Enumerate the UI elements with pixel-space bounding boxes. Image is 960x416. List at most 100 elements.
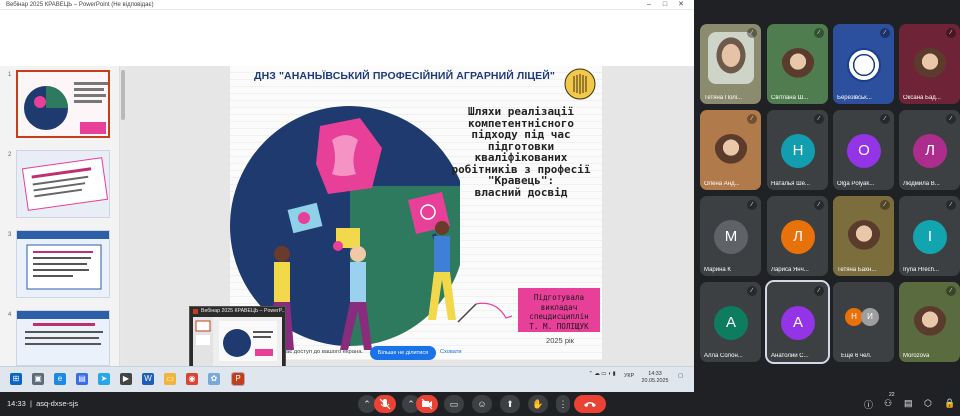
preview-art [193,317,277,366]
muted-mic-icon: ∕ [880,28,890,38]
participant-video [708,32,754,84]
participant-tile[interactable]: ∕ Тетяна Бахн... [833,196,894,276]
participant-tile[interactable]: ∕ Тетяна Полі... [700,24,761,104]
clock[interactable]: 14:33 20.05.2025 [640,371,670,385]
participant-tile[interactable]: ∕ Світлана Ш... [767,24,828,104]
participant-tile[interactable]: А ∕ Алла Солон... [700,282,761,362]
raise-hand-icon[interactable]: ✋ [528,395,548,413]
participant-tile[interactable]: М ∕ Марина К [700,196,761,276]
powerpoint-taskbar-icon[interactable]: P [231,372,245,386]
muted-mic-icon: ∕ [946,200,956,210]
author-badge: Підготувала викладач спецдисциплін Т. М.… [518,288,600,332]
participant-tile[interactable]: Л ∕ Лариса Янч... [767,196,828,276]
slide-thumbnail-3[interactable] [16,230,110,298]
participant-tile[interactable]: ∕ Оксана Бад... [899,24,960,104]
folder-icon[interactable]: ▭ [164,373,176,385]
thumbnail-art [17,231,109,297]
participant-tile[interactable]: Л ∕ Людмила В... [899,110,960,190]
participant-name: Оксана Бад... [903,95,941,101]
thumbnail-art [17,311,109,365]
avatar-photo [913,306,947,340]
word-icon[interactable]: W [142,373,154,385]
meet-window: Вебінар 2025 КРАВЕЦЬ – PowerPoint (Не ві… [0,0,960,416]
present-screen-icon[interactable]: ⬆ [500,395,520,413]
thumb-number: 1 [8,72,12,78]
captions-icon[interactable]: ▭ [444,395,464,413]
maximize-icon[interactable]: □ [660,0,670,10]
emoji-icon[interactable]: ☺ [472,395,492,413]
participant-name: Olga Polyak... [837,181,875,187]
participant-tile[interactable]: ∕ Березівськ... [833,24,894,104]
participant-name: Morozova [903,353,930,359]
avatar-photo [913,48,947,82]
language-indicator[interactable]: УКР [624,373,634,380]
participant-tile[interactable]: ∕ Олена Анд... [700,110,761,190]
participant-name: Тетяна Полі... [704,95,743,101]
clock-time: 14:33 [648,371,662,377]
participant-name: Лариса Янч... [771,267,809,273]
stop-sharing-button[interactable]: Більше не ділитися [370,346,436,360]
muted-mic-icon: ∕ [880,200,890,210]
slide-thumbnail-1[interactable] [16,70,110,138]
preview-thumbnail [193,317,282,366]
muted-mic-icon: ∕ [946,114,956,124]
more-options-icon[interactable]: ⋮ [556,395,570,413]
avatar: М [714,220,748,254]
telegram-icon[interactable]: ➤ [98,373,110,385]
avatar-photo [781,48,815,82]
mic-off-icon[interactable] [374,395,396,413]
meeting-info-icon[interactable]: ⓘ [864,398,873,411]
muted-mic-icon: ∕ [747,114,757,124]
avatar: Л [781,220,815,254]
meeting-code: asq-dxse-sjs [36,399,79,408]
chrome-icon[interactable]: ◉ [186,373,198,385]
clock-date: 20.05.2025 [641,378,669,384]
participant-tile[interactable]: Н И Ещё 6 чел. [833,282,894,362]
title-line: кваліфікованих [474,151,568,164]
participant-name: Ещё 6 чел. [841,353,872,359]
avatar-photo [714,134,748,168]
chat-icon[interactable]: ▤ [904,398,913,409]
avatar-photo [847,220,881,254]
hide-notice-button[interactable]: Сховати [440,349,461,355]
people-icon[interactable]: ⚇ [884,398,892,409]
muted-mic-icon: ∕ [880,114,890,124]
slide-thumbnail-4[interactable] [16,310,110,366]
host-controls-icon[interactable]: 🔒 [944,398,955,409]
participant-tile[interactable]: O ∕ Olga Polyak... [833,110,894,190]
meeting-time-code: 14:33 | asq-dxse-sjs [7,399,79,408]
screen-share-notice: має доступ до вашого екрана. Більше не д… [282,346,482,360]
preview-title: Вебінар 2025 КРАВЕЦЬ – PowerP... [201,308,285,314]
leave-call-icon[interactable] [574,395,606,413]
tray-icons[interactable]: ⌃ ☁ ▭ ◖ ▮ [582,371,622,378]
participant-tile[interactable]: I ∕ Iryna Hrech... [899,196,960,276]
muted-mic-icon: ∕ [946,286,956,296]
media-icon[interactable]: ▶ [120,373,132,385]
powerpoint-titlebar: Вебінар 2025 КРАВЕЦЬ – PowerPoint (Не ві… [0,0,694,10]
edge-icon[interactable]: e [54,373,66,385]
slide-thumbnail-2[interactable] [16,150,110,218]
participant-tile[interactable]: Н ∕ Наталья Ше... [767,110,828,190]
close-icon[interactable]: ✕ [676,0,686,10]
participant-tile[interactable]: ∕ Morozova [899,282,960,362]
participant-name: Людмила В... [903,181,940,187]
share-notice-text: має доступ до вашого екрана. [282,349,364,355]
avatar: I [913,220,947,254]
minimize-icon[interactable]: – [644,0,654,10]
notifications-icon[interactable]: ▢ [678,373,683,380]
needle-thread-icon [457,302,513,323]
organization-logo [847,48,881,82]
muted-mic-icon: ∕ [814,28,824,38]
participant-name: Анатолий С... [771,353,809,359]
scrollbar-thumb[interactable] [121,70,125,120]
camera-off-icon[interactable] [416,395,438,413]
start-icon[interactable]: ⊞ [10,373,22,385]
explorer-icon[interactable]: ▤ [76,373,88,385]
activities-icon[interactable]: ⬡ [924,398,932,409]
participant-name: Тетяна Бахн... [837,267,877,273]
participant-tile[interactable]: А ∕ Анатолий С... [765,280,830,364]
thumb-number: 4 [8,312,12,318]
task-view-icon[interactable]: ▣ [32,373,44,385]
app-icon[interactable]: ✿ [208,373,220,385]
taskbar-preview-popup[interactable]: Вебінар 2025 КРАВЕЦЬ – PowerP... [189,306,286,368]
